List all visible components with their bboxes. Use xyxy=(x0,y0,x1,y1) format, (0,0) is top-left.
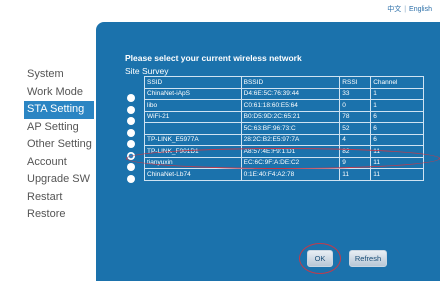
network-radio[interactable] xyxy=(127,174,135,183)
ssid-cell xyxy=(144,122,242,135)
lang-english-link[interactable]: English xyxy=(409,6,432,13)
sidebar-item-restore[interactable]: Restore xyxy=(24,206,96,224)
table-row[interactable]: 5C:63:BF:96:73:C 52 6 xyxy=(144,122,424,135)
sidebar-item-upgrade-sw[interactable]: Upgrade SW xyxy=(24,171,96,189)
rssi-cell: 33 xyxy=(339,87,372,100)
ssid-cell: ChinaNet-iApS xyxy=(144,87,242,100)
bssid-cell: C0:61:18:60:E5:64 xyxy=(240,99,341,112)
column-header-ssid: SSID xyxy=(144,76,242,89)
network-radio[interactable] xyxy=(127,117,135,125)
table-header-row: SSID BSSID RSSI Channel xyxy=(144,76,424,89)
table-row[interactable]: ChinaNet-Lb74 0:1E:40:F4:A2:78 11 11 xyxy=(144,168,424,181)
table-row[interactable]: libo C0:61:18:60:E5:64 0 1 xyxy=(144,99,424,112)
channel-cell: 11 xyxy=(370,168,424,181)
network-radio[interactable] xyxy=(127,163,135,171)
rssi-cell: 78 xyxy=(339,110,372,123)
channel-cell: 1 xyxy=(370,99,424,112)
ok-button[interactable]: OK xyxy=(307,250,333,267)
sidebar-item-account[interactable]: Account xyxy=(24,154,96,172)
table-row[interactable]: tianyuxin EC:6C:9F:A:DE:C2 9 11 xyxy=(144,156,424,169)
bssid-cell: D4:6E:5C:76:39:44 xyxy=(240,87,341,100)
rssi-cell: 0 xyxy=(339,99,372,112)
rssi-cell: 82 xyxy=(339,145,372,158)
network-radio[interactable] xyxy=(127,140,135,148)
channel-cell: 1 xyxy=(370,87,424,100)
sidebar-item-work-mode[interactable]: Work Mode xyxy=(24,84,96,102)
ssid-cell: libo xyxy=(144,99,242,112)
language-switch: 中文 | English xyxy=(387,4,432,14)
sta-setting-panel: Please select your current wireless netw… xyxy=(96,22,440,281)
channel-cell: 6 xyxy=(370,133,424,146)
rssi-cell: 9 xyxy=(339,156,372,169)
ssid-cell: ChinaNet-Lb74 xyxy=(144,168,242,181)
ssid-cell: tianyuxin xyxy=(144,156,242,169)
table-row-selected[interactable]: TP-LINK_F901D1 A8:57:4E:F9:1:D1 82 11 xyxy=(144,145,424,158)
sidebar-item-system[interactable]: System xyxy=(24,66,96,84)
network-radio[interactable] xyxy=(127,94,135,102)
sidebar-item-other-setting[interactable]: Other Setting xyxy=(24,136,96,154)
column-header-rssi: RSSI xyxy=(339,76,372,89)
network-radio[interactable] xyxy=(127,128,135,137)
channel-cell: 6 xyxy=(370,110,424,123)
site-survey-table: SSID BSSID RSSI Channel ChinaNet-iApS D4… xyxy=(144,76,424,181)
page-title: Please select your current wireless netw… xyxy=(125,53,302,63)
bssid-cell: 5C:63:BF:96:73:C xyxy=(240,122,341,135)
network-radio-selected[interactable] xyxy=(127,151,135,160)
network-radio-group xyxy=(127,94,137,186)
table-row[interactable]: ChinaNet-iApS D4:6E:5C:76:39:44 33 1 xyxy=(144,87,424,100)
channel-cell: 11 xyxy=(370,156,424,169)
bssid-cell: B0:D5:9D:2C:65:21 xyxy=(240,110,341,123)
column-header-channel: Channel xyxy=(370,76,424,89)
sidebar-nav: System Work Mode STA Setting AP Setting … xyxy=(24,66,96,224)
column-header-bssid: BSSID xyxy=(240,76,341,89)
sidebar-item-sta-setting[interactable]: STA Setting xyxy=(24,101,94,119)
bssid-cell: A8:57:4E:F9:1:D1 xyxy=(240,145,341,158)
lang-chinese-link[interactable]: 中文 xyxy=(387,6,401,13)
network-radio[interactable] xyxy=(127,105,135,114)
bssid-cell: 0:1E:40:F4:A2:78 xyxy=(240,168,341,181)
table-row[interactable]: WiFi-21 B0:D5:9D:2C:65:21 78 6 xyxy=(144,110,424,123)
rssi-cell: 11 xyxy=(339,168,372,181)
bssid-cell: EC:6C:9F:A:DE:C2 xyxy=(240,156,341,169)
ssid-cell: WiFi-21 xyxy=(144,110,242,123)
ssid-cell: TP-LINK_F901D1 xyxy=(144,145,242,158)
channel-cell: 11 xyxy=(370,145,424,158)
rssi-cell: 52 xyxy=(339,122,372,135)
table-row[interactable]: TP-LINK_E5977A 28:2C:B2:E5:97:7A 4 6 xyxy=(144,133,424,146)
site-survey-label: Site Survey xyxy=(125,66,169,76)
ssid-cell: TP-LINK_E5977A xyxy=(144,133,242,146)
channel-cell: 6 xyxy=(370,122,424,135)
lang-separator: | xyxy=(404,6,407,13)
bssid-cell: 28:2C:B2:E5:97:7A xyxy=(240,133,341,146)
sidebar-item-ap-setting[interactable]: AP Setting xyxy=(24,119,96,137)
rssi-cell: 4 xyxy=(339,133,372,146)
refresh-button[interactable]: Refresh xyxy=(349,250,387,267)
sidebar-item-restart[interactable]: Restart xyxy=(24,189,96,207)
